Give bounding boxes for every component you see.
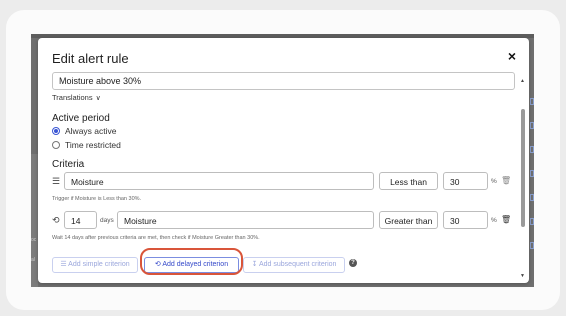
criterion-metric-field[interactable]: Moisture — [64, 172, 374, 190]
backdrop-left-panel: oc al — [31, 154, 38, 287]
backdrop-right-edge — [530, 94, 534, 287]
radio-always-active[interactable]: Always active — [52, 126, 117, 136]
active-period-title: Active period — [52, 113, 110, 124]
backdrop-tick — [530, 98, 534, 105]
backdrop-left-fragment: oc — [31, 237, 37, 243]
dialog-title: Edit alert rule — [52, 51, 129, 66]
translations-label: Translations — [52, 93, 93, 102]
criterion-value-input[interactable]: 30 — [443, 172, 488, 190]
help-icon[interactable]: ? — [349, 259, 357, 267]
dialog-body: Moisture above 30% Translations ∨ Active … — [38, 71, 529, 283]
criterion-operator-select[interactable]: Greater than — [379, 211, 438, 229]
translations-toggle[interactable]: Translations ∨ — [52, 93, 101, 102]
close-button[interactable]: × — [505, 49, 519, 63]
backdrop-tick — [530, 194, 534, 201]
delay-value-input[interactable]: 14 — [64, 211, 97, 229]
backdrop-tick — [530, 122, 534, 129]
backdrop-tick — [530, 242, 534, 249]
backdrop-left-fragment: al — [31, 257, 35, 263]
chevron-down-icon: ∨ — [95, 95, 101, 102]
criterion-hint: Wait 14 days after previous criteria are… — [52, 235, 260, 241]
add-subsequent-criterion-button[interactable]: ↧ Add subsequent criterion — [243, 257, 345, 273]
scroll-up-arrow-icon[interactable]: ▲ — [520, 78, 525, 84]
percent-unit: % — [491, 217, 497, 224]
backdrop-tick — [530, 218, 534, 225]
highlight-ring — [140, 248, 243, 275]
percent-unit: % — [491, 178, 497, 185]
criteria-title: Criteria — [52, 159, 85, 170]
criterion-value-input[interactable]: 30 — [443, 211, 488, 229]
criterion-hint: Trigger if Moisture is Less than 30%. — [52, 196, 142, 202]
rule-name-input[interactable]: Moisture above 30% — [52, 72, 515, 90]
radio-time-restricted[interactable]: Time restricted — [52, 140, 121, 150]
sliders-icon: ☰ — [52, 176, 61, 186]
delay-icon: ⟲ — [52, 215, 60, 225]
dialog-scrollbar[interactable]: ▲ ▼ — [519, 71, 527, 283]
add-simple-criterion-button[interactable]: ☰ Add simple criterion — [52, 257, 138, 273]
scroll-thumb[interactable] — [521, 109, 525, 227]
trash-icon[interactable]: 🗑 — [501, 176, 511, 186]
delay-unit-label: days — [100, 217, 114, 224]
radio-button-checked[interactable] — [52, 127, 60, 135]
edit-alert-rule-dialog: Edit alert rule × Moisture above 30% Tra… — [38, 38, 529, 283]
radio-button[interactable] — [52, 141, 60, 149]
criterion-operator-select[interactable]: Less than — [379, 172, 438, 190]
radio-label: Always active — [65, 126, 117, 136]
criterion-metric-field[interactable]: Moisture — [117, 211, 374, 229]
backdrop-tick — [530, 170, 534, 177]
trash-icon[interactable]: 🗑 — [501, 215, 511, 225]
radio-label: Time restricted — [65, 140, 121, 150]
scroll-down-arrow-icon[interactable]: ▼ — [520, 273, 525, 279]
backdrop-tick — [530, 146, 534, 153]
